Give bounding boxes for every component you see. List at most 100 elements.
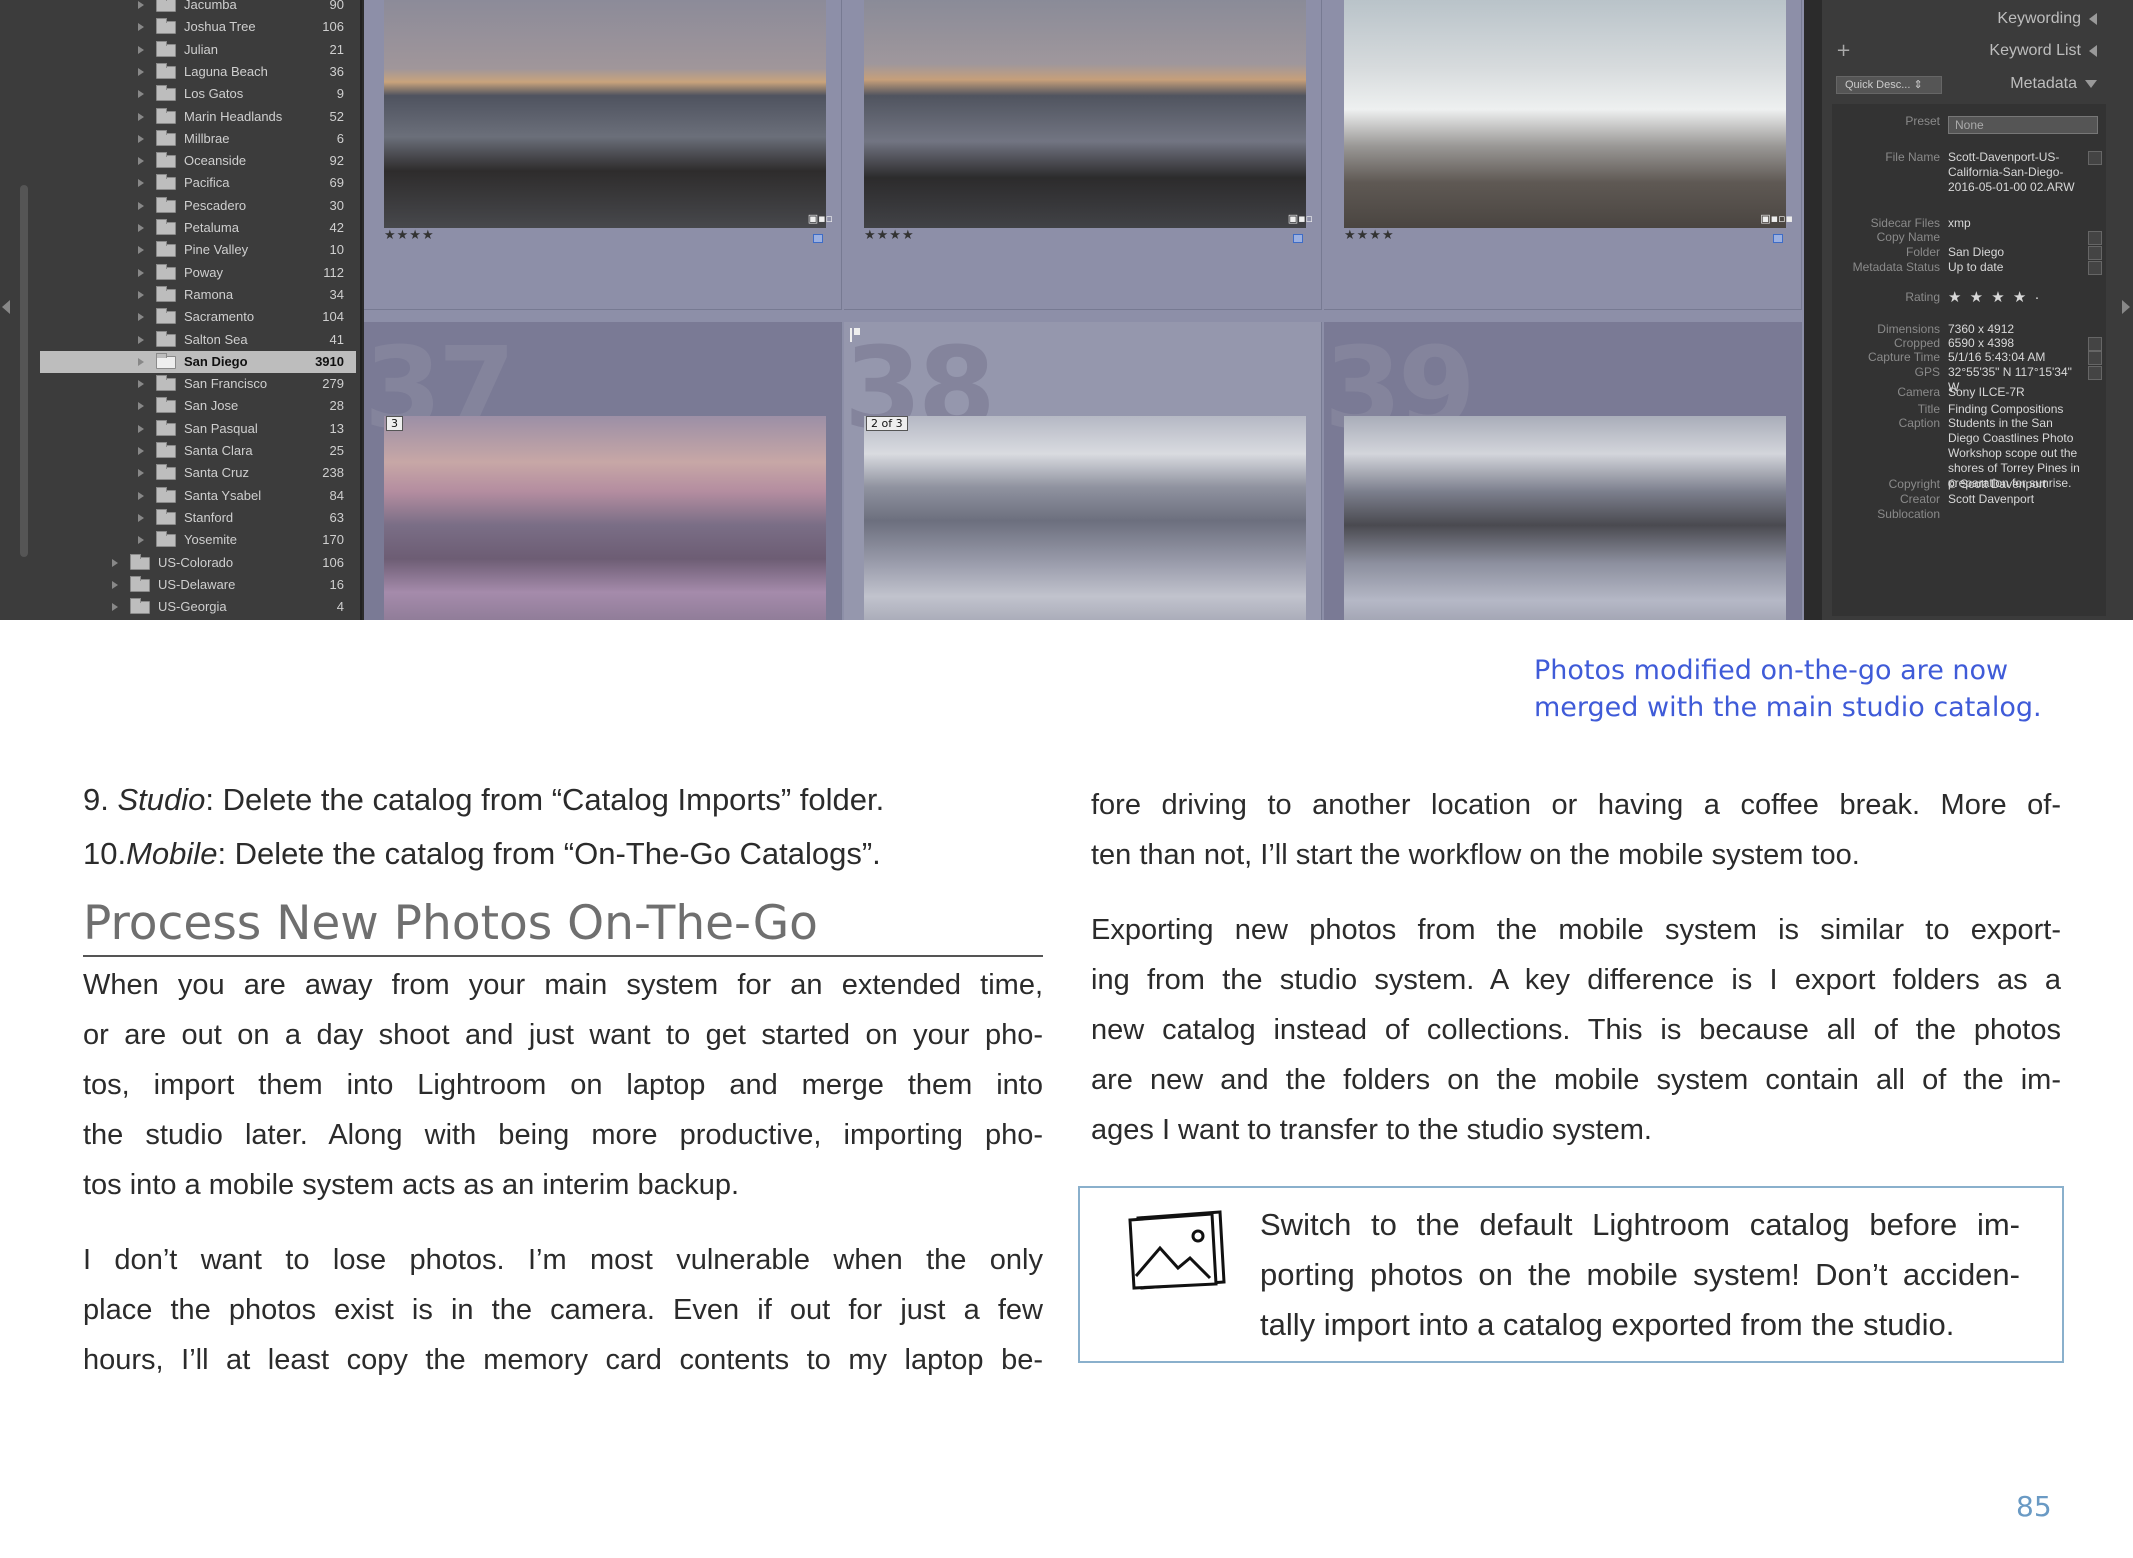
folder-row[interactable]: Santa Clara 25	[40, 440, 356, 462]
disclosure-triangle-icon[interactable]	[112, 580, 118, 589]
folder-row[interactable]: Jacumba 90	[40, 0, 356, 16]
add-keyword-icon[interactable]: +	[1836, 40, 1851, 61]
folder-row[interactable]: Pescadero 30	[40, 195, 356, 217]
metadata-view-dropdown[interactable]: Quick Desc... ⇕	[1836, 76, 1942, 94]
folder-row[interactable]: Marin Headlands 52	[40, 106, 356, 128]
disclosure-triangle-icon[interactable]	[138, 90, 144, 99]
grid-cell[interactable]: ★★★★ ▣▪▫	[364, 0, 842, 310]
disclosure-triangle-icon[interactable]	[138, 201, 144, 210]
field-action-icon[interactable]	[2088, 351, 2102, 365]
disclosure-triangle-icon[interactable]	[138, 402, 144, 411]
folder-row[interactable]: Stanford 63	[40, 507, 356, 529]
folder-row[interactable]: Poway 112	[40, 262, 356, 284]
metadata-value[interactable]: Sony ILCE-7R	[1948, 385, 2084, 400]
disclosure-triangle-icon[interactable]	[138, 1, 144, 9]
keyword-list-header[interactable]: Keyword List	[1989, 42, 2097, 60]
stack-count-badge[interactable]: 2 of 3	[866, 416, 908, 431]
disclosure-triangle-icon[interactable]	[138, 290, 144, 299]
photo-thumbnail[interactable]	[1344, 0, 1786, 228]
grid-cell[interactable]: ★★★★ ▣▪▫▪	[1324, 0, 1802, 310]
folder-row[interactable]: US-Delaware 16	[40, 574, 356, 596]
folder-row[interactable]: Joshua Tree 106	[40, 16, 356, 38]
folder-row[interactable]: Oceanside 92	[40, 150, 356, 172]
disclosure-triangle-icon[interactable]	[138, 447, 144, 455]
folder-row[interactable]: Petaluma 42	[40, 217, 356, 239]
collapse-right-panel-icon[interactable]	[2122, 300, 2130, 314]
disclosure-triangle-icon[interactable]	[138, 313, 144, 322]
disclosure-triangle-icon[interactable]	[138, 357, 144, 366]
photo-thumbnail[interactable]	[384, 416, 826, 620]
folder-row[interactable]: San Diego 3910	[40, 350, 356, 373]
grid-cell[interactable]: ★★★★ ▣▪▫	[844, 0, 1322, 310]
folder-row[interactable]: Los Gatos 9	[40, 83, 356, 105]
disclosure-triangle-icon[interactable]	[138, 112, 144, 121]
field-action-icon[interactable]	[2088, 337, 2102, 351]
metadata-value[interactable]: Up to date	[1948, 260, 2084, 275]
selection-checkbox-icon[interactable]	[1773, 234, 1783, 243]
folder-row[interactable]: US-Colorado 106	[40, 552, 356, 574]
preset-dropdown[interactable]: None	[1948, 116, 2098, 134]
disclosure-triangle-icon[interactable]	[138, 424, 144, 433]
field-action-icon[interactable]	[2088, 231, 2102, 245]
selection-checkbox-icon[interactable]	[813, 234, 823, 243]
disclosure-triangle-icon[interactable]	[112, 558, 118, 567]
folder-row[interactable]: San Pasqual 13	[40, 418, 356, 440]
folder-row[interactable]: Santa Cruz 238	[40, 462, 356, 484]
field-action-icon[interactable]	[2088, 366, 2102, 380]
keywording-header[interactable]: Keywording	[1997, 10, 2097, 28]
folder-row[interactable]: Pacifica 69	[40, 172, 356, 194]
metadata-value[interactable]: 5/1/16 5:43:04 AM	[1948, 350, 2084, 365]
folder-row[interactable]: Ramona 34	[40, 284, 356, 306]
flag-icon[interactable]	[850, 328, 860, 342]
grid-cell[interactable]: 37 3	[364, 322, 842, 620]
disclosure-triangle-icon[interactable]	[138, 246, 144, 255]
grid-cell[interactable]: 39	[1324, 322, 1802, 620]
folder-row[interactable]: Julian 21	[40, 39, 356, 61]
disclosure-triangle-icon[interactable]	[112, 603, 118, 612]
metadata-value[interactable]: Finding Compositions	[1948, 402, 2084, 417]
photo-thumbnail[interactable]	[864, 0, 1306, 228]
photo-thumbnail[interactable]	[384, 0, 826, 228]
folder-row[interactable]: Yosemite 170	[40, 529, 356, 551]
disclosure-triangle-icon[interactable]	[138, 67, 144, 76]
disclosure-triangle-icon[interactable]	[138, 536, 144, 545]
selection-checkbox-icon[interactable]	[1293, 234, 1303, 243]
disclosure-triangle-icon[interactable]	[138, 134, 144, 143]
photo-thumbnail[interactable]	[864, 416, 1306, 620]
metadata-value[interactable]: San Diego	[1948, 245, 2084, 260]
metadata-value[interactable]: 7360 x 4912	[1948, 322, 2084, 337]
metadata-value[interactable]: 6590 x 4398	[1948, 336, 2084, 351]
folder-row[interactable]: US-Georgia 4	[40, 596, 356, 618]
folder-row[interactable]: Salton Sea 41	[40, 329, 356, 351]
field-action-icon[interactable]	[2088, 246, 2102, 260]
metadata-header[interactable]: Metadata	[2010, 75, 2097, 93]
collapse-left-panel-icon[interactable]	[2, 300, 10, 314]
folder-row[interactable]: Sacramento 104	[40, 306, 356, 328]
disclosure-triangle-icon[interactable]	[138, 23, 144, 32]
metadata-value[interactable]: © Scott Davenport	[1948, 477, 2084, 492]
folder-row[interactable]: San Jose 28	[40, 395, 356, 417]
metadata-value[interactable]: xmp	[1948, 216, 2084, 231]
disclosure-triangle-icon[interactable]	[138, 224, 144, 232]
disclosure-triangle-icon[interactable]	[138, 45, 144, 54]
grid-cell[interactable]: 38 2 of 3	[844, 322, 1322, 620]
disclosure-triangle-icon[interactable]	[138, 157, 144, 166]
folder-row[interactable]: Millbrae 6	[40, 128, 356, 150]
folder-row[interactable]: Pine Valley 10	[40, 239, 356, 261]
field-action-icon[interactable]	[2088, 151, 2102, 165]
disclosure-triangle-icon[interactable]	[138, 513, 144, 522]
disclosure-triangle-icon[interactable]	[138, 469, 144, 478]
disclosure-triangle-icon[interactable]	[138, 179, 144, 188]
folder-row[interactable]: Laguna Beach 36	[40, 61, 356, 83]
stack-count-badge[interactable]: 3	[386, 416, 403, 431]
metadata-value[interactable]: ★ ★ ★ ★ ·	[1948, 290, 2084, 305]
photo-thumbnail[interactable]	[1344, 416, 1786, 620]
folders-scrollbar[interactable]	[20, 185, 28, 557]
disclosure-triangle-icon[interactable]	[138, 268, 144, 277]
disclosure-triangle-icon[interactable]	[138, 380, 144, 389]
metadata-value[interactable]: Scott Davenport	[1948, 492, 2084, 507]
field-action-icon[interactable]	[2088, 261, 2102, 275]
disclosure-triangle-icon[interactable]	[138, 491, 144, 500]
metadata-value[interactable]: Scott-Davenport-US-California-San-Diego-…	[1948, 150, 2084, 195]
folder-row[interactable]: Santa Ysabel 84	[40, 485, 356, 507]
